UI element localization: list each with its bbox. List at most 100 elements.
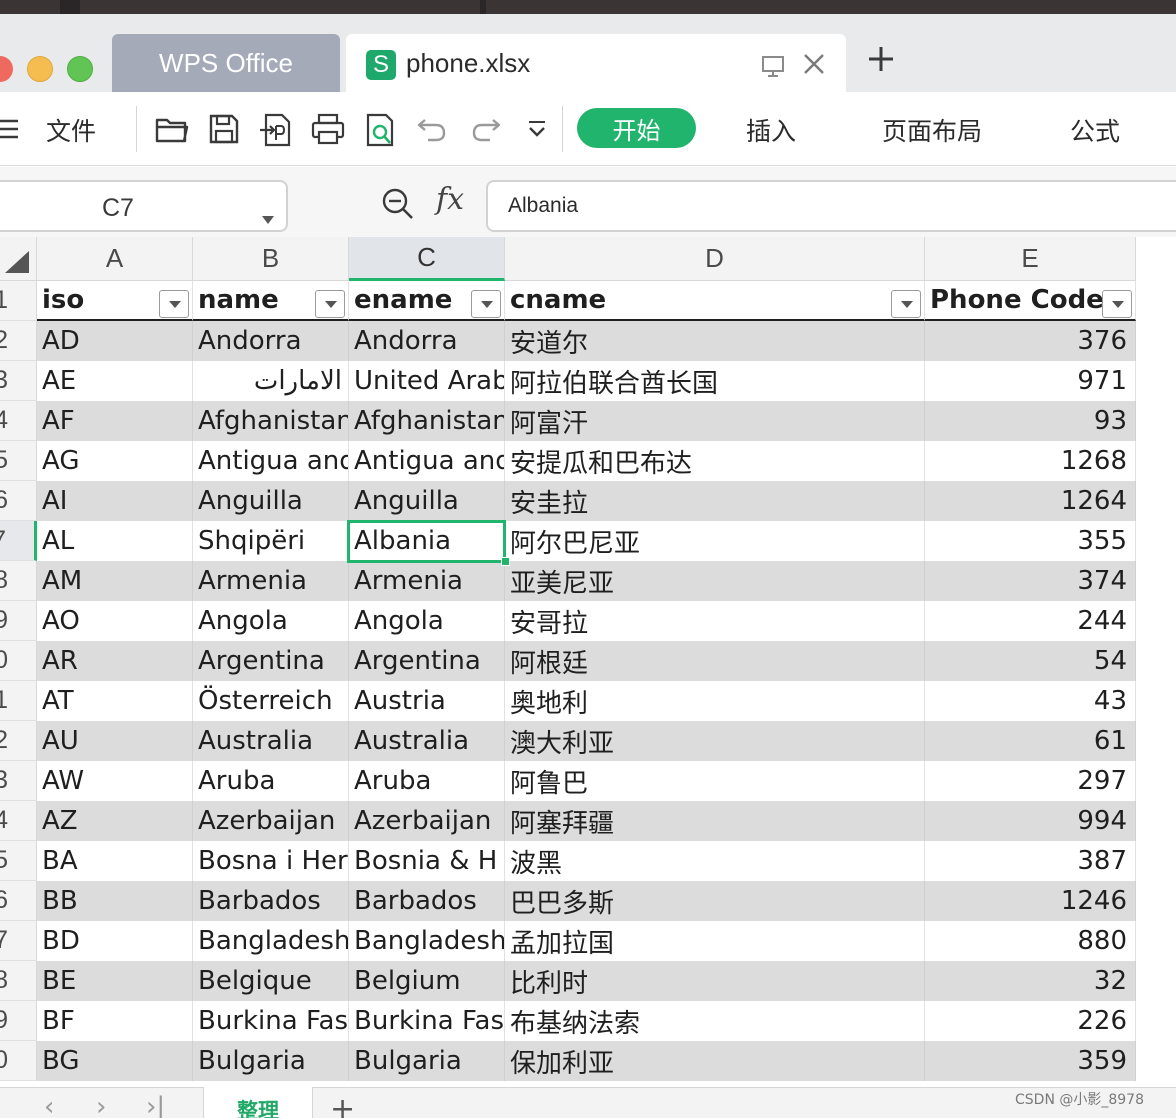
row-header[interactable]: 15 [0, 841, 37, 881]
cell-code[interactable]: 226 [925, 1001, 1136, 1041]
cell-iso[interactable]: AE [37, 361, 193, 401]
row-header[interactable]: 11 [0, 681, 37, 721]
cell-cname[interactable]: 阿塞拜疆 [505, 801, 925, 841]
tab-insert[interactable]: 插入 [746, 112, 796, 148]
header-cell-cname[interactable]: cname [505, 281, 925, 321]
file-menu[interactable]: 文件 [46, 112, 96, 148]
cell-name[interactable]: Azerbaijan [193, 801, 349, 841]
cell-cname[interactable]: 比利时 [505, 961, 925, 1001]
row-header[interactable]: 8 [0, 561, 37, 601]
cell-name[interactable]: Österreich [193, 681, 349, 721]
cell-name[interactable]: Aruba [193, 761, 349, 801]
cell-name[interactable]: Bosna i Her [193, 841, 349, 881]
cell-iso[interactable]: BB [37, 881, 193, 921]
cell-name[interactable]: Shqipëri [193, 521, 349, 561]
cell-ename[interactable]: Belgium [349, 961, 505, 1001]
first-sheet-icon[interactable]: | [0, 1092, 1, 1118]
select-all-corner[interactable] [0, 237, 37, 281]
cell-iso[interactable]: AR [37, 641, 193, 681]
tab-page-layout[interactable]: 页面布局 [882, 112, 982, 148]
cell-name[interactable]: Australia [193, 721, 349, 761]
cell-name[interactable]: Argentina [193, 641, 349, 681]
header-cell-name[interactable]: name [193, 281, 349, 321]
cell-ename[interactable]: Antigua and [349, 441, 505, 481]
cell-code[interactable]: 54 [925, 641, 1136, 681]
cell-ename[interactable]: Australia [349, 721, 505, 761]
cell-name[interactable]: Barbados [193, 881, 349, 921]
cell-name[interactable]: Belgique [193, 961, 349, 1001]
filter-dropdown-icon[interactable] [1102, 290, 1132, 318]
cell-iso[interactable]: BG [37, 1041, 193, 1081]
cell-code[interactable]: 971 [925, 361, 1136, 401]
cell-ename[interactable]: Albania [349, 521, 505, 561]
cell-iso[interactable]: BE [37, 961, 193, 1001]
cell-name[interactable]: Bulgaria [193, 1041, 349, 1081]
column-header-c[interactable]: C [349, 237, 505, 281]
row-header[interactable]: 18 [0, 961, 37, 1001]
cell-cname[interactable]: 阿根廷 [505, 641, 925, 681]
row-header[interactable]: 13 [0, 761, 37, 801]
add-sheet-button[interactable]: + [330, 1092, 355, 1118]
cell-cname[interactable]: 保加利亚 [505, 1041, 925, 1081]
cell-cname[interactable]: 安道尔 [505, 321, 925, 361]
cell-ename[interactable]: Burkina Fas [349, 1001, 505, 1041]
row-header[interactable]: 7 [0, 521, 37, 561]
cell-iso[interactable]: AI [37, 481, 193, 521]
row-header[interactable]: 20 [0, 1041, 37, 1081]
sheet-tab-active[interactable]: 整理 [203, 1087, 313, 1118]
cell-iso[interactable]: AT [37, 681, 193, 721]
cell-cname[interactable]: 安哥拉 [505, 601, 925, 641]
cell-name[interactable]: Armenia [193, 561, 349, 601]
cell-ename[interactable]: Austria [349, 681, 505, 721]
cell-ename[interactable]: Armenia [349, 561, 505, 601]
tab-home-start[interactable]: 开始 [577, 108, 696, 148]
row-header[interactable]: 19 [0, 1001, 37, 1041]
cell-name[interactable]: Bangladesh [193, 921, 349, 961]
last-sheet-icon[interactable]: ›| [146, 1092, 165, 1118]
window-zoom-button[interactable] [67, 56, 93, 82]
cell-code[interactable]: 355 [925, 521, 1136, 561]
save-icon[interactable] [208, 112, 240, 150]
filter-dropdown-icon[interactable] [315, 290, 345, 318]
column-header-d[interactable]: D [505, 237, 925, 281]
cell-ename[interactable]: Aruba [349, 761, 505, 801]
cell-code[interactable]: 1268 [925, 441, 1136, 481]
cell-ename[interactable]: Azerbaijan [349, 801, 505, 841]
next-sheet-icon[interactable]: › [96, 1092, 106, 1118]
cell-iso[interactable]: AU [37, 721, 193, 761]
redo-icon[interactable] [470, 112, 502, 148]
detach-window-icon[interactable] [760, 54, 786, 82]
print-icon[interactable] [310, 112, 346, 150]
row-header[interactable]: 1 [0, 281, 37, 321]
cell-name[interactable]: Anguilla [193, 481, 349, 521]
cell-iso[interactable]: AZ [37, 801, 193, 841]
row-header[interactable]: 5 [0, 441, 37, 481]
cell-code[interactable]: 374 [925, 561, 1136, 601]
cell-iso[interactable]: AL [37, 521, 193, 561]
cell-ename[interactable]: Angola [349, 601, 505, 641]
cell-iso[interactable]: AO [37, 601, 193, 641]
cell-code[interactable]: 43 [925, 681, 1136, 721]
filter-dropdown-icon[interactable] [159, 290, 189, 318]
cell-iso[interactable]: AF [37, 401, 193, 441]
cell-iso[interactable]: BD [37, 921, 193, 961]
cell-cname[interactable]: 巴巴多斯 [505, 881, 925, 921]
menu-icon[interactable] [0, 116, 22, 146]
cell-cname[interactable]: 安圭拉 [505, 481, 925, 521]
cell-name[interactable]: Angola [193, 601, 349, 641]
export-pdf-icon[interactable] [258, 112, 292, 152]
zoom-formula-icon[interactable] [380, 186, 416, 226]
open-folder-icon[interactable] [154, 112, 190, 150]
cell-iso[interactable]: BA [37, 841, 193, 881]
cell-cname[interactable]: 孟加拉国 [505, 921, 925, 961]
cell-code[interactable]: 61 [925, 721, 1136, 761]
cell-code[interactable]: 1264 [925, 481, 1136, 521]
close-tab-icon[interactable] [802, 52, 826, 80]
cell-cname[interactable]: 阿富汗 [505, 401, 925, 441]
cell-ename[interactable]: Anguilla [349, 481, 505, 521]
window-close-button[interactable] [0, 56, 13, 82]
row-header[interactable]: 12 [0, 721, 37, 761]
cell-iso[interactable]: AD [37, 321, 193, 361]
row-header[interactable]: 14 [0, 801, 37, 841]
cell-iso[interactable]: AG [37, 441, 193, 481]
